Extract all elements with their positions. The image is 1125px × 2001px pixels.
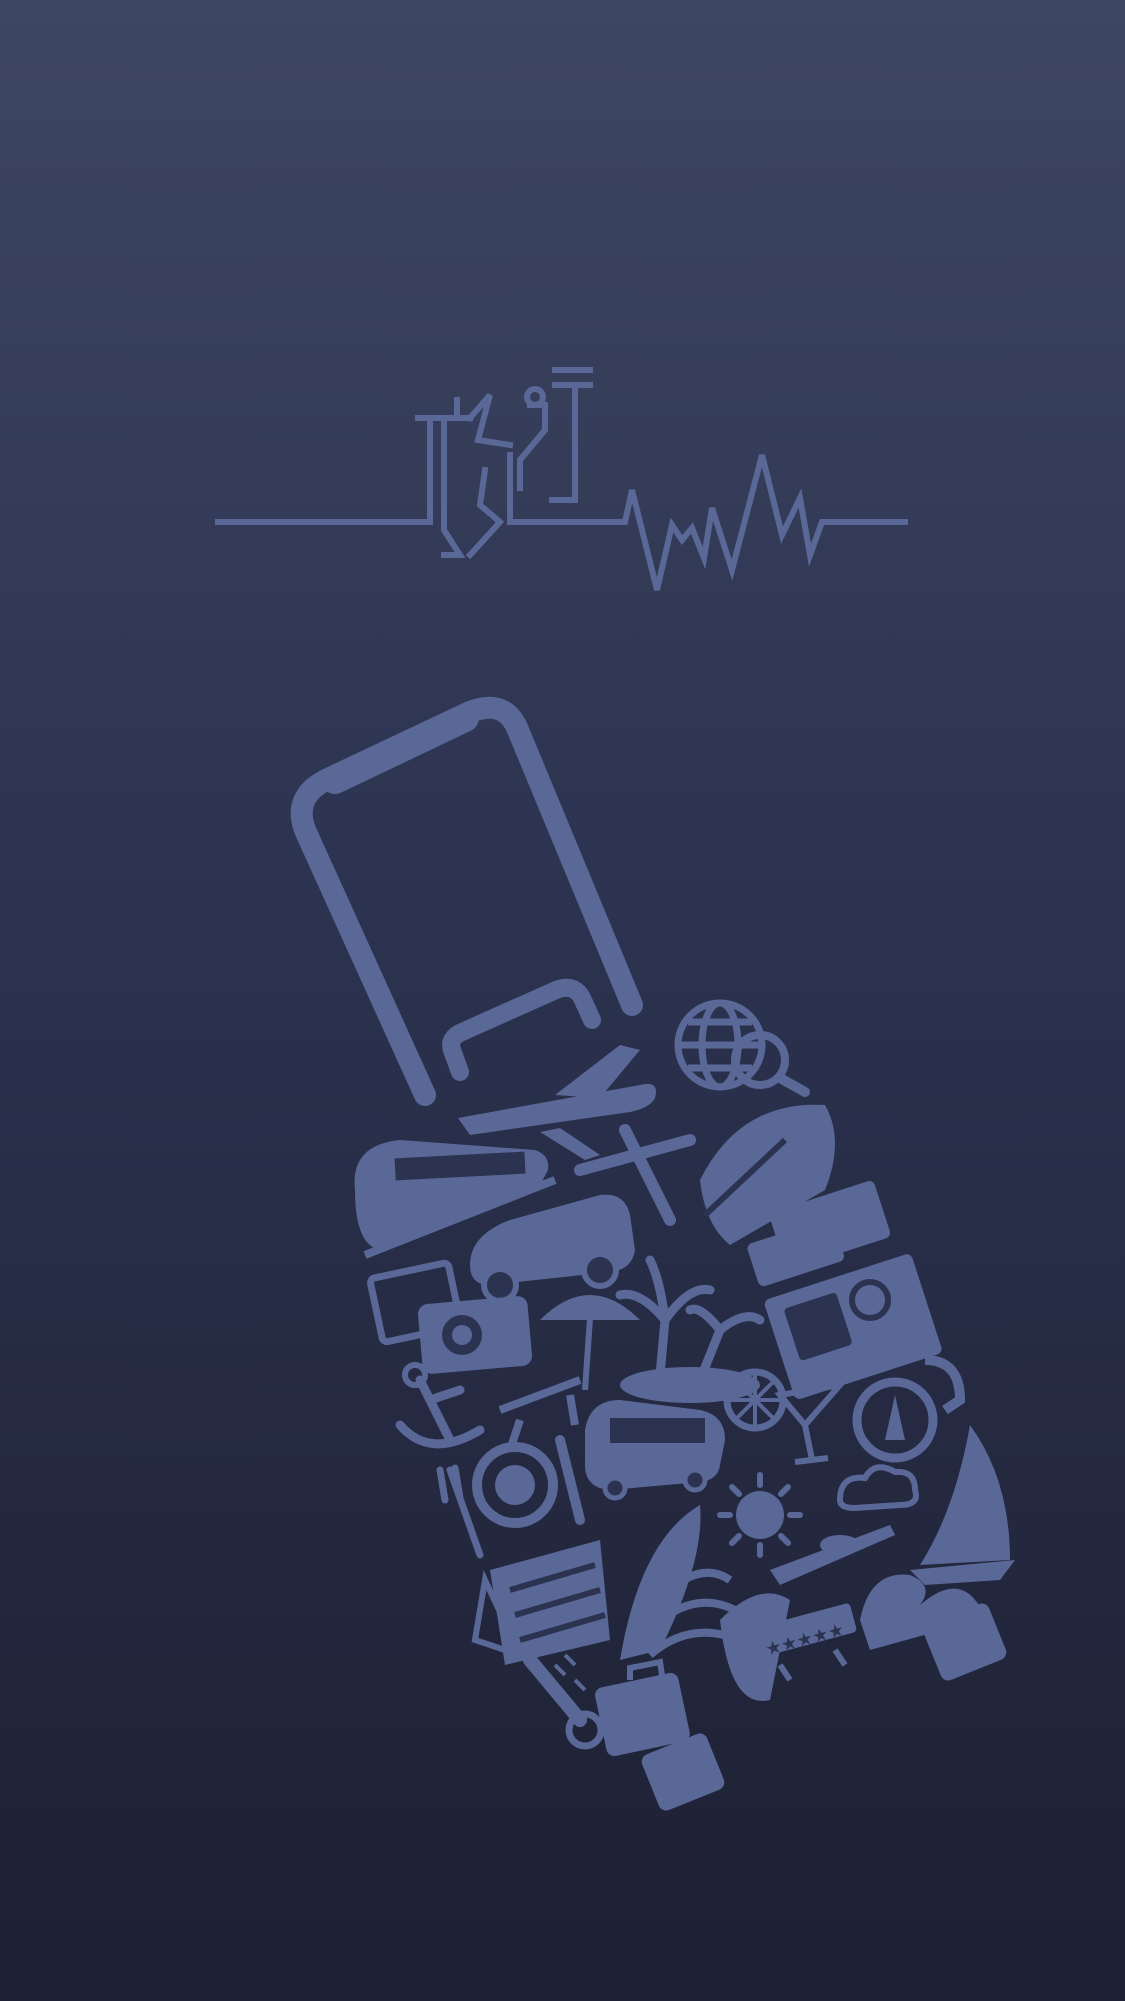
globe-icon: [674, 999, 766, 1091]
suitcase-icon: ★★★★★: [290, 696, 1015, 1811]
splash-screen: 旅行: [0, 0, 1125, 2001]
suitcase-illustration: ★★★★★: [0, 0, 1125, 2001]
